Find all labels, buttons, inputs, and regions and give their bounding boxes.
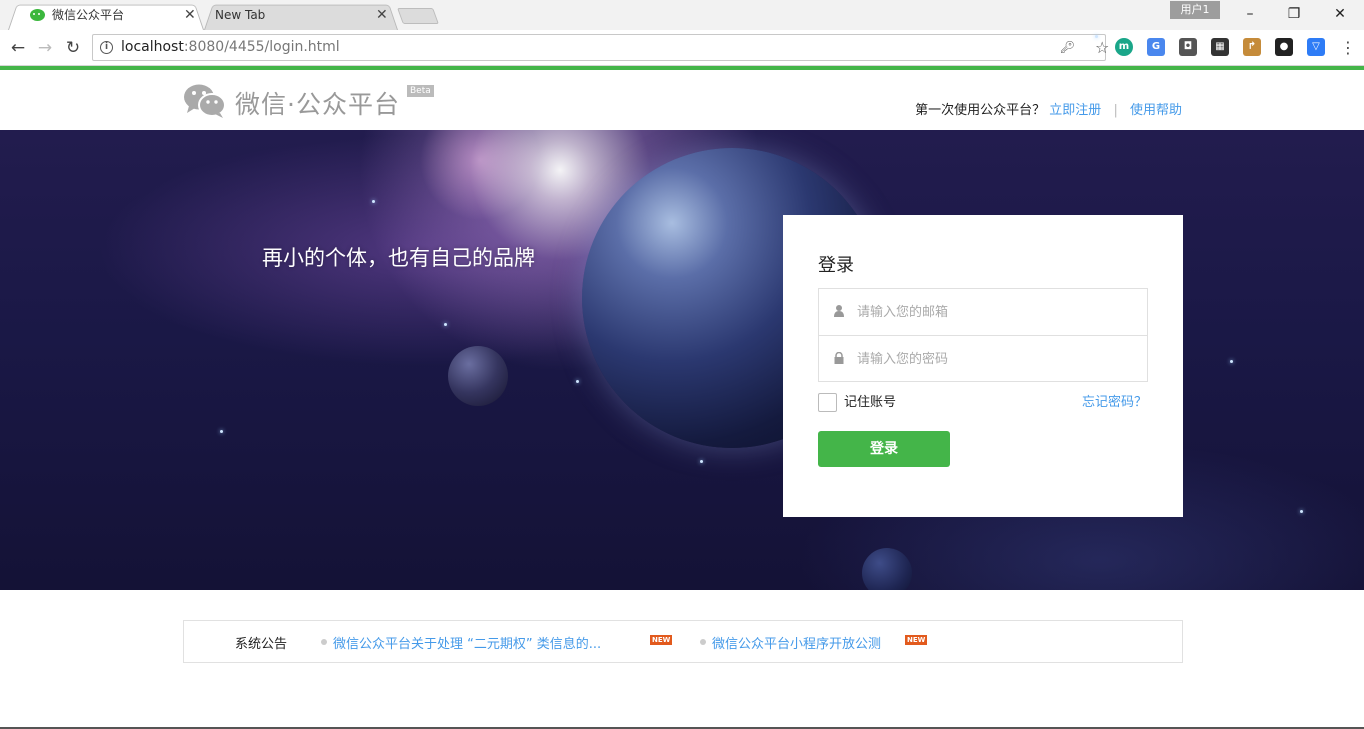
url-text: localhost:8080/4455/login.html: [121, 39, 340, 55]
tool-icon[interactable]: ↱: [1243, 38, 1261, 56]
hero-banner: 再小的个体，也有自己的品牌 登录 请输入您的邮箱 记住账号 忘记密码？ 登录: [0, 130, 1364, 590]
announcement-bar: 系统公告 微信公众平台关于处理 “二元期权” 类信息的... NEW 微信公众平…: [183, 620, 1183, 663]
film-icon[interactable]: ▦: [1211, 38, 1229, 56]
m-extension-icon[interactable]: m: [1115, 38, 1133, 56]
user-icon: [834, 305, 844, 317]
bullet-icon: [700, 639, 706, 645]
announcement-title: 系统公告: [235, 637, 288, 652]
remember-label[interactable]: 记住账号: [844, 393, 896, 413]
header-links: 第一次使用公众平台？ 立即注册 | 使用帮助: [915, 99, 1182, 118]
bullet-icon: [321, 639, 327, 645]
password-field-row: [819, 335, 1147, 381]
remember-checkbox[interactable]: [818, 393, 837, 412]
site-info-icon[interactable]: i: [100, 41, 113, 54]
shield-icon[interactable]: ▽: [1307, 38, 1325, 56]
moon-image: [448, 346, 508, 406]
keep-icon[interactable]: ◘: [1179, 38, 1197, 56]
site-logo-text: 微信·公众平台: [235, 90, 400, 119]
wechat-logo-icon: [184, 84, 226, 118]
help-link[interactable]: 使用帮助: [1130, 103, 1182, 118]
minimize-icon[interactable]: –: [1228, 3, 1272, 25]
wechat-favicon-icon: [30, 9, 45, 21]
translate-icon[interactable]: G: [1147, 38, 1165, 56]
key-icon[interactable]: 🔑︎: [1060, 35, 1075, 60]
new-tab-button[interactable]: [397, 8, 439, 24]
tab-title: New Tab: [215, 8, 266, 22]
password-input[interactable]: [857, 347, 1127, 371]
close-window-icon[interactable]: ✕: [1318, 3, 1362, 25]
close-tab-icon[interactable]: ✕: [184, 2, 196, 28]
small-planet-image: [862, 548, 912, 590]
reload-icon[interactable]: ↻: [61, 36, 85, 60]
profile-badge[interactable]: 用户1: [1170, 1, 1220, 19]
login-panel: 登录 记住账号: [783, 215, 1183, 517]
login-title: 登录: [818, 255, 854, 276]
first-time-text: 第一次使用公众平台？: [915, 103, 1046, 118]
page: 微信·公众平台 Beta 第一次使用公众平台？ 立即注册 | 使用帮助 再小的个…: [0, 70, 1364, 729]
forgot-password-link[interactable]: 忘记密码？: [1082, 393, 1147, 413]
address-bar[interactable]: i localhost:8080/4455/login.html 🔑︎ ☆: [92, 34, 1109, 61]
forward-icon[interactable]: →: [33, 36, 57, 60]
tab-new[interactable]: New Tab ✕: [204, 2, 398, 30]
restore-icon[interactable]: ❐: [1272, 3, 1316, 25]
new-badge: NEW: [650, 635, 673, 645]
beta-badge: Beta: [407, 85, 434, 97]
bookmark-star-icon[interactable]: ☆: [1095, 35, 1109, 57]
login-button[interactable]: 登录: [818, 431, 950, 467]
announcement-link[interactable]: 微信公众平台小程序开放公测: [712, 633, 881, 652]
email-field-row: [819, 289, 1147, 335]
back-icon[interactable]: ←: [6, 36, 30, 60]
site-header: 微信·公众平台 Beta 第一次使用公众平台？ 立即注册 | 使用帮助: [0, 70, 1364, 130]
new-badge: NEW: [905, 635, 928, 645]
register-link[interactable]: 立即注册: [1049, 103, 1101, 118]
lock-icon: [834, 352, 844, 364]
tab-title: 微信公众平台: [52, 8, 125, 22]
link-separator: |: [1113, 103, 1118, 118]
close-tab-icon[interactable]: ✕: [376, 2, 388, 28]
menu-icon[interactable]: ⋮: [1336, 36, 1360, 60]
announcement-link[interactable]: 微信公众平台关于处理 “二元期权” 类信息的...: [333, 633, 601, 652]
browser-toolbar: ← → ↻ i localhost:8080/4455/login.html 🔑…: [0, 30, 1364, 66]
login-fields: [818, 288, 1148, 382]
hero-slogan: 再小的个体，也有自己的品牌: [262, 246, 535, 270]
tab-strip: 微信公众平台 ✕ New Tab ✕ 用户1 – ❐ ✕: [0, 0, 1364, 30]
color-wheel-icon[interactable]: ●: [1275, 38, 1293, 56]
tab-wechat[interactable]: 微信公众平台 ✕: [8, 2, 204, 30]
email-input[interactable]: [857, 300, 1127, 324]
